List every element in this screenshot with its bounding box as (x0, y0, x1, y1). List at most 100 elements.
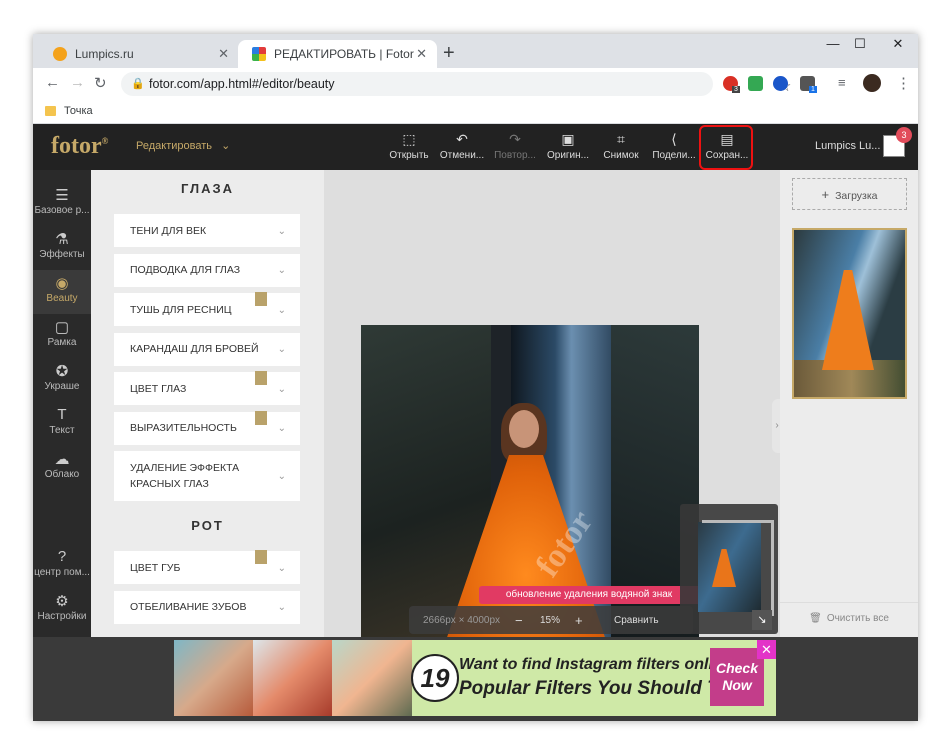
nav-flask[interactable]: ⚗ Эффекты (33, 226, 91, 270)
zoom-out-button[interactable]: − (515, 613, 523, 628)
nav-label: центр пом... (34, 567, 90, 578)
nav-text[interactable]: T Текст (33, 402, 91, 446)
help-icon: ? (57, 548, 67, 565)
bookmark-tochka[interactable]: Точка (64, 105, 93, 117)
upload-button[interactable]: + Загрузка (792, 178, 907, 210)
tab-lumpics[interactable]: Lumpics.ru ✕ (39, 40, 239, 68)
beauty-option[interactable]: ТЕНИ ДЛЯ ВЕК ⌄ (114, 214, 300, 247)
extension-globe-icon[interactable] (773, 76, 788, 91)
beauty-option[interactable]: ПОДВОДКА ДЛЯ ГЛАЗ ⌄ (114, 253, 300, 287)
ad-close-icon[interactable]: ✕ (757, 640, 776, 659)
tab-fotor[interactable]: РЕДАКТИРОВАТЬ | Fotor ✕ (238, 40, 437, 68)
expand-icon[interactable]: ↘ (752, 610, 772, 630)
premium-badge-icon (255, 410, 267, 425)
uploaded-image-thumbnail[interactable] (792, 228, 907, 399)
star-icon: ✪ (55, 363, 69, 380)
flask-icon: ⚗ (55, 231, 69, 248)
beauty-option[interactable]: ЦВЕТ ГЛАЗ ⌄ (114, 371, 300, 405)
beauty-option[interactable]: УДАЛЕНИЕ ЭФФЕКТА КРАСНЫХ ГЛАЗ ⌄ (114, 451, 300, 501)
maximize-button[interactable]: ☐ (845, 36, 875, 52)
chevron-down-icon: ⌄ (277, 304, 286, 316)
bookmarks-bar: Точка (33, 100, 918, 124)
nav-cloud[interactable]: ☁ Облако (33, 446, 91, 490)
cloud-icon: ☁ (54, 451, 70, 468)
forward-arrow-icon[interactable]: → (70, 74, 85, 91)
redo-icon: ↷ (509, 131, 521, 147)
ad-check-now-button[interactable]: Check Now (710, 648, 764, 706)
beauty-option[interactable]: ТУШЬ ДЛЯ РЕСНИЦ ⌄ (114, 292, 300, 326)
tab-strip: Lumpics.ru ✕ РЕДАКТИРОВАТЬ | Fotor ✕ + —… (33, 34, 918, 68)
lumpics-favicon-icon (53, 47, 67, 61)
chevron-down-icon: ⌄ (277, 383, 286, 395)
share-button[interactable]: ⟨ Подели... (650, 130, 698, 161)
media-queue-icon[interactable]: ≡ (838, 75, 846, 90)
option-label: ВЫРАЗИТЕЛЬНОСТЬ (130, 422, 237, 434)
back-arrow-icon[interactable]: ← (45, 74, 60, 91)
chevron-down-icon: ⌄ (277, 225, 286, 237)
open-button[interactable]: ⬚ Открыть (385, 130, 433, 161)
nav-label: Настройки (37, 611, 87, 622)
beauty-option[interactable]: КАРАНДАШ ДЛЯ БРОВЕЙ ⌄ (114, 332, 300, 366)
photo-preview[interactable]: fotor обновление удаления водяной знак (361, 325, 699, 637)
eye-icon: ◉ (55, 275, 69, 292)
original-button[interactable]: ▣ Оригин... (544, 130, 592, 161)
nav-star[interactable]: ✪ Украше (33, 358, 91, 402)
nav-frame[interactable]: ▢ Рамка (33, 314, 91, 358)
ad-line1: Want to find Instagram filters online? (459, 656, 742, 673)
fotor-logo[interactable]: fotor® (51, 133, 108, 160)
frame-icon: ▢ (54, 319, 70, 336)
option-label: ЦВЕТ ГУБ (130, 561, 181, 574)
compare-button[interactable]: Сравнить (614, 615, 659, 626)
beauty-panel: ГЛАЗА ТЕНИ ДЛЯ ВЕК ⌄ ПОДВОДКА ДЛЯ ГЛАЗ ⌄ ТУШЬ… (91, 170, 324, 637)
beauty-option[interactable]: ЦВЕТ ГУБ ⌄ (114, 550, 300, 584)
chevron-down-icon: ⌄ (277, 562, 286, 574)
nav-settings[interactable]: ⚙ Настройки (33, 588, 91, 632)
zoom-in-button[interactable]: + (575, 613, 583, 628)
snapshot-icon: ⌗ (617, 131, 625, 147)
close-tab-icon[interactable]: ✕ (416, 46, 427, 62)
address-bar-row: ← → ↻ 🔒 fotor.com/app.html#/editor/beaut… (33, 68, 918, 100)
reload-icon[interactable]: ↻ (94, 74, 107, 92)
ad-banner[interactable]: 19 Want to find Instagram filters online… (174, 640, 776, 716)
snapshot-button[interactable]: ⌗ Снимок (597, 130, 645, 161)
user-name[interactable]: Lumpics Lu... (815, 140, 880, 152)
ad-photo (174, 640, 254, 716)
zoom-bar: 2666px × 4000px − 15% + Сравнить (409, 606, 693, 634)
folder-icon (45, 106, 56, 116)
beauty-option[interactable]: ОТБЕЛИВАНИЕ ЗУБОВ ⌄ (114, 590, 300, 624)
ad-line2: Popular Filters You Should Try (459, 678, 737, 699)
nav-sliders[interactable]: ☰ Базовое р... (33, 182, 91, 226)
nav-label: Базовое р... (34, 205, 90, 216)
browser-menu-icon[interactable]: ⋮ (896, 74, 911, 92)
beauty-option[interactable]: ВЫРАЗИТЕЛЬНОСТЬ ⌄ (114, 410, 300, 445)
url-field[interactable]: 🔒 fotor.com/app.html#/editor/beauty ☆ (121, 72, 791, 96)
app-topbar: fotor® Редактировать ⌄ ⬚ Открыть ↶ Отмени..… (33, 124, 918, 170)
watermark-removal-banner[interactable]: обновление удаления водяной знак (479, 586, 699, 604)
extension-check-icon[interactable] (748, 76, 763, 91)
canvas-area: fotor обновление удаления водяной знак 2… (324, 170, 780, 637)
option-label: ТУШЬ ДЛЯ РЕСНИЦ (130, 303, 232, 316)
minimize-button[interactable]: — (818, 36, 848, 51)
redo-button[interactable]: ↷ Повтор... (491, 130, 539, 161)
navigator-thumbnail[interactable]: ↘ (680, 504, 778, 634)
tool-label: Повтор... (494, 150, 536, 161)
chevron-down-icon: ⌄ (221, 140, 231, 152)
profile-avatar[interactable] (863, 74, 881, 92)
new-tab-button[interactable]: + (443, 42, 455, 65)
tool-label: Подели... (652, 150, 696, 161)
nav-label: Украше (44, 381, 80, 392)
undo-button[interactable]: ↶ Отмени... (438, 130, 486, 161)
upload-label: Загрузка (835, 190, 878, 202)
edit-menu-dropdown[interactable]: Редактировать ⌄ (136, 139, 230, 152)
nav-eye[interactable]: ◉ Beauty (33, 270, 91, 314)
ad-number: 19 (411, 654, 459, 702)
option-label: ЦВЕТ ГЛАЗ (130, 382, 187, 395)
chevron-down-icon: ⌄ (277, 471, 286, 482)
clear-all-button[interactable]: 🗑 Очистить все (780, 602, 918, 624)
ad-photo (332, 640, 412, 716)
close-window-button[interactable]: ✕ (883, 36, 913, 52)
chevron-down-icon: ⌄ (277, 344, 286, 355)
notification-badge[interactable]: 3 (896, 127, 912, 143)
nav-help[interactable]: ? центр пом... (33, 544, 91, 588)
close-tab-icon[interactable]: ✕ (218, 46, 229, 62)
